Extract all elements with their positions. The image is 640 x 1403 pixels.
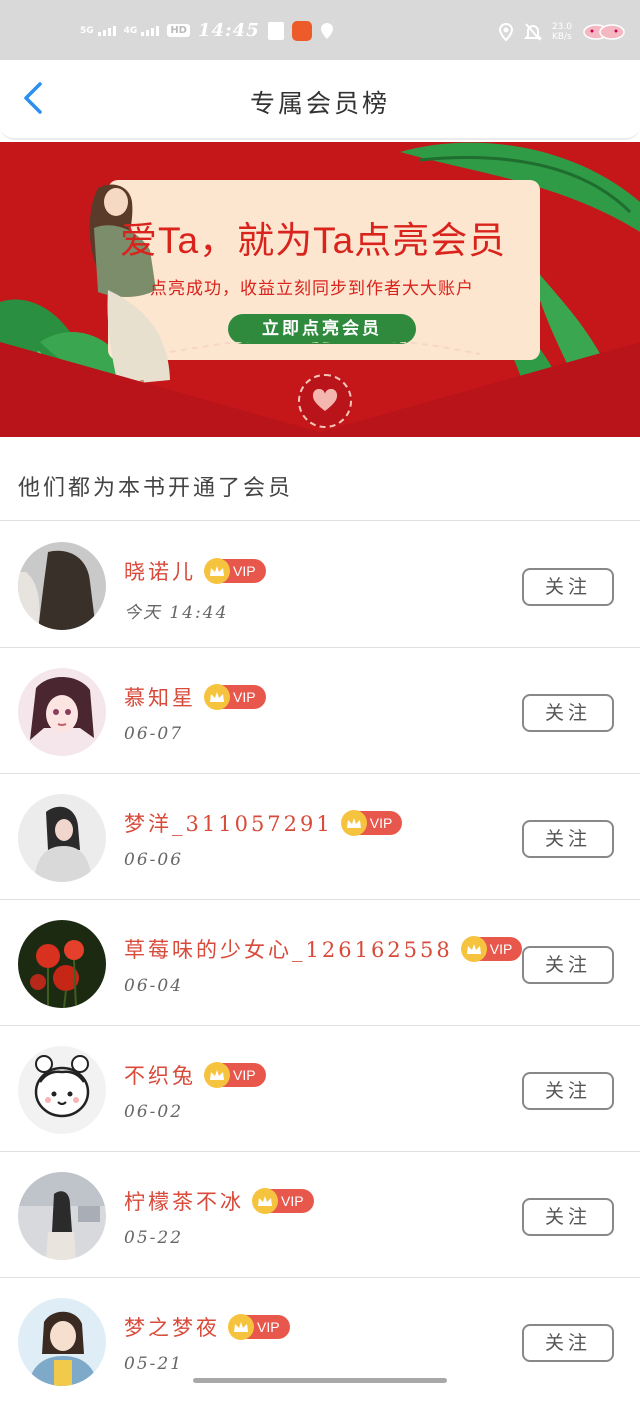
crown-icon bbox=[204, 558, 230, 584]
clipboard-icon bbox=[267, 21, 284, 40]
signal-5g-icon: 5G bbox=[80, 25, 116, 36]
avatar-image bbox=[18, 1298, 106, 1386]
avatar-image bbox=[18, 668, 106, 756]
status-right: 23.0 KB/s bbox=[498, 22, 628, 42]
page-title: 专属会员榜 bbox=[249, 89, 390, 118]
member-date: 06-06 bbox=[124, 850, 184, 870]
member-name: 梦之梦夜 VIP bbox=[124, 1312, 290, 1342]
crown-icon bbox=[252, 1188, 278, 1214]
list-item[interactable]: 草莓味的少女心_126162558 VIP 06-04 关注 bbox=[0, 900, 640, 1025]
status-left: 5G 4G HD 14:45 bbox=[80, 20, 334, 41]
vip-badge: VIP bbox=[460, 936, 523, 962]
member-date: 今天 14:44 bbox=[124, 603, 229, 623]
member-date: 06-04 bbox=[124, 976, 184, 996]
list-item[interactable]: 晓诺儿 VIP 今天 14:44 关注 bbox=[0, 522, 640, 647]
avatar[interactable] bbox=[18, 1046, 106, 1134]
signal-4g-icon: 4G bbox=[124, 25, 160, 36]
crown-icon bbox=[204, 684, 230, 710]
member-name: 晓诺儿 VIP bbox=[124, 556, 266, 586]
navigation-bar: 专属会员榜 bbox=[0, 60, 640, 140]
avatar[interactable] bbox=[18, 920, 106, 1008]
banner-headline: 爱Ta，就为Ta点亮会员 bbox=[120, 220, 507, 261]
avatar[interactable] bbox=[18, 668, 106, 756]
member-name: 不织兔 VIP bbox=[124, 1060, 266, 1090]
member-name: 柠檬茶不冰 VIP bbox=[124, 1186, 314, 1216]
status-bar: 5G 4G HD 14:45 23.0 KB/s bbox=[0, 0, 640, 60]
battery-icon bbox=[583, 24, 625, 40]
list-item[interactable]: 梦之梦夜 VIP 05-21 关注 bbox=[0, 1278, 640, 1403]
vip-badge: VIP bbox=[204, 558, 266, 584]
avatar[interactable] bbox=[18, 542, 106, 630]
follow-button[interactable]: 关注 bbox=[522, 1072, 614, 1110]
crown-icon bbox=[204, 1062, 230, 1088]
avatar-image bbox=[18, 542, 106, 630]
member-date: 05-21 bbox=[124, 1354, 184, 1374]
bell-off-icon bbox=[523, 23, 542, 41]
avatar[interactable] bbox=[18, 794, 106, 882]
location-pin-icon bbox=[320, 22, 333, 39]
crown-icon bbox=[340, 810, 367, 836]
avatar-image bbox=[18, 920, 106, 1008]
vip-badge: VIP bbox=[252, 1188, 314, 1214]
list-item[interactable]: 慕知星 VIP 06-07 关注 bbox=[0, 648, 640, 773]
member-date: 06-02 bbox=[124, 1102, 184, 1122]
heart-icon bbox=[312, 389, 338, 411]
clock: 14:45 bbox=[197, 20, 260, 41]
hd-icon: HD bbox=[167, 24, 190, 37]
home-indicator[interactable] bbox=[193, 1378, 447, 1383]
follow-button[interactable]: 关注 bbox=[522, 1198, 614, 1236]
avatar[interactable] bbox=[18, 1172, 106, 1260]
light-up-membership-button[interactable]: 立即点亮会员 bbox=[228, 314, 416, 344]
follow-button[interactable]: 关注 bbox=[522, 694, 614, 732]
promo-banner[interactable]: 爱Ta，就为Ta点亮会员 点亮成功，收益立刻同步到作者大大账户 立即点亮会员 bbox=[0, 142, 640, 437]
avatar[interactable] bbox=[18, 1298, 106, 1386]
avatar-image bbox=[18, 1046, 106, 1134]
member-date: 06-07 bbox=[124, 724, 184, 744]
avatar-image bbox=[18, 794, 106, 882]
vip-badge: VIP bbox=[204, 1062, 266, 1088]
follow-button[interactable]: 关注 bbox=[522, 946, 614, 984]
location-icon bbox=[498, 22, 513, 42]
member-date: 05-22 bbox=[124, 1228, 184, 1248]
network-speed: 23.0 KB/s bbox=[551, 22, 572, 42]
app-notification-icon bbox=[291, 20, 312, 41]
follow-button[interactable]: 关注 bbox=[522, 568, 614, 606]
member-name: 草莓味的少女心_126162558 VIP bbox=[124, 934, 523, 964]
heart-seal-icon bbox=[298, 374, 352, 428]
vip-badge: VIP bbox=[228, 1314, 290, 1340]
crown-icon bbox=[228, 1314, 254, 1340]
follow-button[interactable]: 关注 bbox=[522, 1324, 614, 1362]
crown-icon bbox=[460, 936, 487, 962]
vip-badge: VIP bbox=[340, 810, 403, 836]
banner-subtitle: 点亮成功，收益立刻同步到作者大大账户 bbox=[150, 279, 474, 298]
member-name: 梦洋_311057291 VIP bbox=[124, 808, 403, 838]
list-item[interactable]: 梦洋_311057291 VIP 06-06 关注 bbox=[0, 774, 640, 899]
avatar-image bbox=[18, 1172, 106, 1260]
list-item[interactable]: 不织兔 VIP 06-02 关注 bbox=[0, 1026, 640, 1151]
section-title: 他们都为本书开通了会员 bbox=[18, 476, 294, 501]
divider bbox=[0, 520, 640, 521]
follow-button[interactable]: 关注 bbox=[522, 820, 614, 858]
vip-badge: VIP bbox=[204, 684, 266, 710]
list-item[interactable]: 柠檬茶不冰 VIP 05-22 关注 bbox=[0, 1152, 640, 1277]
member-name: 慕知星 VIP bbox=[124, 682, 266, 712]
